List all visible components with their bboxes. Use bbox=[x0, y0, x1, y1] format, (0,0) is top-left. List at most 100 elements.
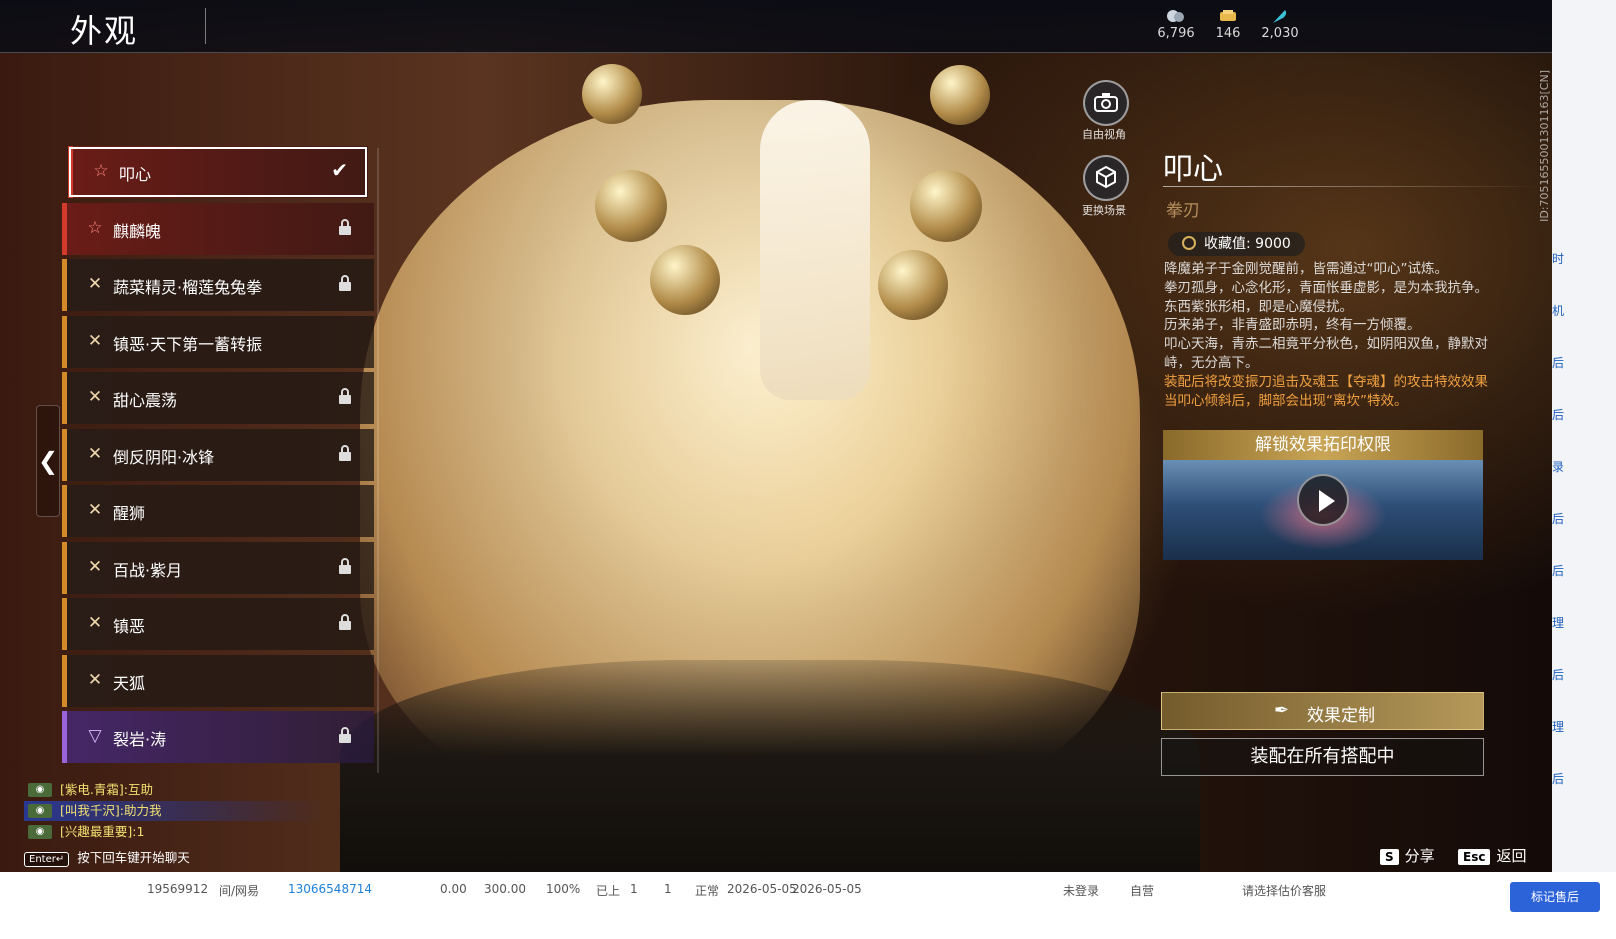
table-cell: 自营 bbox=[1130, 884, 1155, 898]
table-cell[interactable]: 13066548714 bbox=[288, 882, 372, 896]
desc-line: 叩心天海，青赤二相竟平分秋色，如阴阳双鱼，静默对峙，无分高下。 bbox=[1164, 336, 1488, 371]
chat-message: ◉ [紫电.青霜]:互助 bbox=[24, 780, 324, 800]
collection-value-badge: 收藏值: 9000 bbox=[1168, 232, 1305, 256]
praying-hands bbox=[760, 100, 870, 400]
skin-item[interactable]: ✕ 蔬菜精灵·榴莲兔兔拳 bbox=[62, 259, 374, 311]
prayer-bead bbox=[910, 170, 982, 242]
lock-icon bbox=[339, 218, 351, 235]
background-page-sidebar: 时机后后录后后理后理后 bbox=[1552, 0, 1616, 872]
currency-ticket[interactable]: 146 bbox=[1198, 8, 1258, 41]
lock-icon bbox=[339, 727, 351, 743]
collapse-arrow-button[interactable]: ❮ bbox=[36, 405, 60, 517]
skin-name: 镇恶·天下第一蓄转振 bbox=[113, 334, 263, 354]
skin-name: 裂岩·涛 bbox=[113, 730, 167, 749]
table-cell[interactable]: 请选择估价客服 bbox=[1242, 882, 1326, 899]
table-cell: 100% bbox=[546, 882, 581, 896]
table-cell: 1 bbox=[630, 882, 638, 896]
skin-name: 百战·紫月 bbox=[113, 560, 183, 580]
list-scrollbar[interactable] bbox=[377, 148, 379, 773]
skin-item[interactable]: ✕ 甜心震荡 bbox=[62, 372, 374, 424]
skin-name: 天狐 bbox=[113, 673, 146, 693]
cross-icon: ✕ bbox=[87, 500, 103, 520]
currency-feather[interactable]: 2,030 bbox=[1250, 8, 1310, 41]
mark-aftersale-button[interactable]: 标记售后 bbox=[1510, 882, 1600, 912]
sidebar-tag: 后 bbox=[1552, 772, 1565, 786]
chat-message: ◉ [兴趣最重要]:1 bbox=[24, 822, 324, 842]
sidebar-tag: 后 bbox=[1552, 668, 1565, 682]
cross-icon: ✕ bbox=[87, 443, 103, 464]
skin-name: 麒麟魄 bbox=[113, 221, 162, 241]
cross-icon: ✕ bbox=[87, 387, 103, 407]
skin-item[interactable]: ✕ 镇恶 bbox=[62, 598, 374, 650]
cross-icon: ✕ bbox=[87, 613, 103, 633]
table-cell: 19569912 bbox=[147, 882, 209, 896]
collection-value: 9000 bbox=[1255, 236, 1291, 252]
equip-all-button[interactable]: 装配在所有搭配中 bbox=[1161, 738, 1484, 776]
currency-ticket-value: 146 bbox=[1215, 26, 1241, 41]
lock-icon bbox=[339, 444, 351, 461]
skin-item[interactable]: ✕ 百战·紫月 bbox=[62, 541, 374, 594]
currency-jade[interactable]: 6,796 bbox=[1146, 8, 1206, 41]
desc-line: 拳刃孤身，心念化形，青面怅垂虚影，是为本我抗争。 bbox=[1164, 279, 1488, 296]
star-icon: ☆ bbox=[87, 217, 103, 238]
feather-icon bbox=[1273, 10, 1287, 23]
table-cell: 1 bbox=[664, 882, 672, 896]
cross-icon: ✕ bbox=[87, 274, 103, 294]
sidebar-tag: 理 bbox=[1552, 616, 1565, 630]
skin-item[interactable]: ✕ 醒狮 bbox=[62, 485, 374, 537]
prayer-bead bbox=[582, 64, 642, 124]
skin-description: 降魔弟子于金刚觉醒前，皆需通过“叩心”试炼。 拳刃孤身，心念化形，青面怅垂虚影，… bbox=[1164, 260, 1494, 410]
ticket-icon bbox=[1220, 10, 1236, 21]
skin-name: 醒狮 bbox=[113, 504, 146, 523]
prayer-bead bbox=[595, 170, 667, 242]
share-hotkey[interactable]: S 分享 bbox=[1380, 845, 1435, 866]
skin-name: 倒反阴阳·冰锋 bbox=[113, 447, 215, 467]
chat-hint: Enter↵ 按下回车键开始聊天 bbox=[24, 847, 324, 867]
table-cell: 2026-05-05 bbox=[727, 882, 797, 896]
cross-icon: ✕ bbox=[87, 330, 103, 351]
esc-key: Esc bbox=[1458, 849, 1491, 865]
desc-line: 降魔弟子于金刚觉醒前，皆需通过“叩心”试炼。 bbox=[1164, 261, 1448, 277]
table-cell: 正常 bbox=[695, 884, 720, 898]
free-view-button[interactable] bbox=[1083, 80, 1129, 126]
title-divider bbox=[205, 8, 206, 44]
effect-desc-line: 装配后将改变振刀追击及魂玉【夺魂】的攻击特效效果 bbox=[1164, 373, 1488, 390]
back-hotkey[interactable]: Esc 返回 bbox=[1458, 845, 1526, 866]
unlock-title: 解锁效果拓印权限 bbox=[1163, 430, 1483, 460]
table-cell: 间/网易 bbox=[219, 884, 260, 898]
chat-panel[interactable]: ◉ [紫电.青霜]:互助 ◉ [叫我千沢]:助力我 ◉ [兴趣最重要]:1 Enter… bbox=[24, 780, 324, 867]
skin-title: 叩心 bbox=[1163, 152, 1223, 187]
free-view-label: 自由视角 bbox=[1082, 128, 1126, 141]
skin-item[interactable]: ☆ 叩心 ✔ bbox=[68, 146, 368, 198]
skin-item[interactable]: ✕ 天狐 bbox=[62, 654, 374, 707]
sidebar-tag: 时 bbox=[1552, 252, 1565, 266]
skin-item[interactable]: ✕ 倒反阴阳·冰锋 bbox=[62, 428, 374, 481]
chevron-left-icon: ❮ bbox=[37, 447, 59, 475]
jade-icon bbox=[1167, 10, 1184, 22]
preview-video[interactable] bbox=[1163, 460, 1483, 560]
skin-item[interactable]: ✕ 镇恶·天下第一蓄转振 bbox=[62, 315, 374, 368]
lock-icon bbox=[339, 388, 351, 404]
table-cell: 未登录 bbox=[1063, 884, 1100, 898]
change-scene-button[interactable] bbox=[1083, 155, 1129, 201]
currency-jade-value: 6,796 bbox=[1157, 26, 1195, 41]
skin-name: 叩心 bbox=[119, 165, 152, 184]
skin-list: ☆ 叩心 ✔ ☆ 麒麟魄 ✕ 蔬菜精灵·榴莲兔兔拳 ✕ 镇恶·天下第一蓄转振 ✕ 甜心震荡 ✕ 倒反阴阳… bbox=[62, 146, 374, 776]
skin-item[interactable]: ☆ 麒麟魄 bbox=[62, 202, 374, 255]
play-icon[interactable] bbox=[1297, 474, 1349, 526]
sidebar-tag: 后 bbox=[1552, 408, 1565, 422]
collection-label: 收藏值: bbox=[1204, 236, 1251, 252]
star-icon: ☆ bbox=[93, 161, 109, 181]
enter-key-icon: Enter↵ bbox=[24, 852, 70, 867]
effect-customize-button[interactable]: ✒ 效果定制 bbox=[1161, 692, 1484, 730]
team-icon: ◉ bbox=[28, 783, 52, 797]
skin-name: 蔬菜精灵·榴莲兔兔拳 bbox=[113, 278, 263, 297]
chevron-icon: ▽ bbox=[88, 726, 102, 746]
skin-item[interactable]: ▽ 裂岩·涛 bbox=[62, 711, 374, 763]
skin-name: 甜心震荡 bbox=[113, 391, 178, 410]
cross-icon: ✕ bbox=[87, 669, 103, 690]
background-page-row: 19569912 间/网易 13066548714 0.00 300.00 100% 已上 1… bbox=[0, 872, 1616, 939]
team-icon: ◉ bbox=[28, 804, 52, 818]
prayer-bead bbox=[930, 65, 990, 125]
sidebar-tag: 录 bbox=[1552, 460, 1565, 474]
